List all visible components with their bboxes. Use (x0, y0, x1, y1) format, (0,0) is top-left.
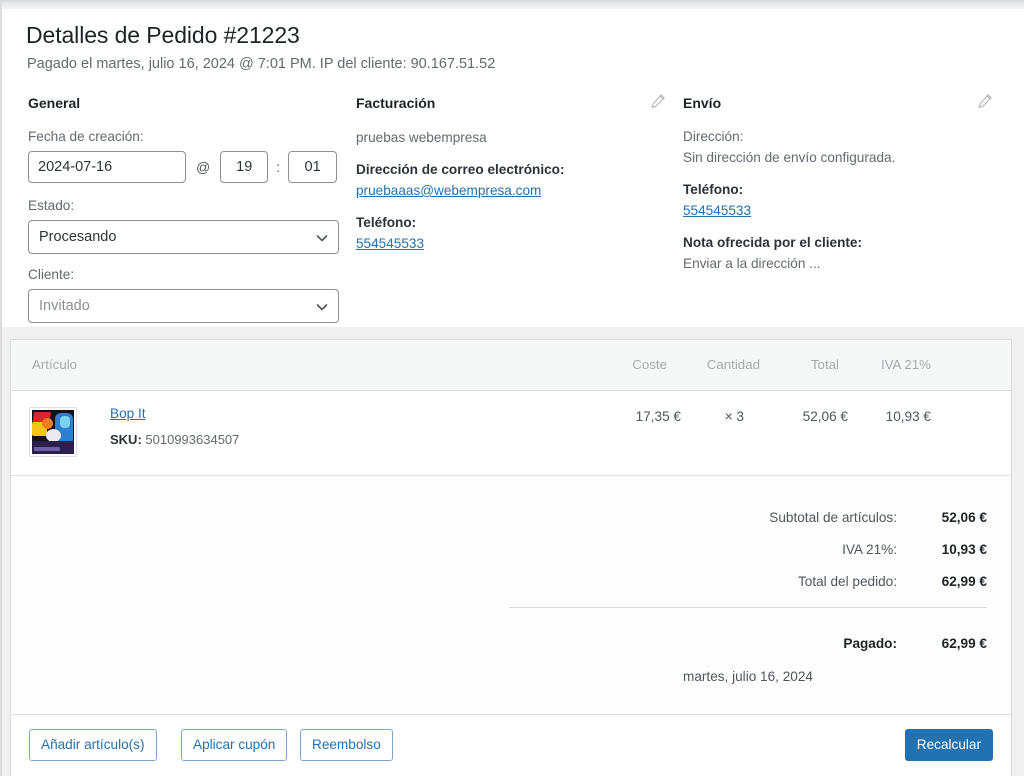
chevron-down-icon (316, 301, 328, 312)
apply-coupon-button[interactable]: Aplicar cupón (181, 729, 288, 761)
shipping-phone-label: Teléfono: (683, 182, 744, 197)
chevron-down-icon (316, 232, 328, 243)
general-heading: General (28, 95, 81, 111)
page-top-gradient (0, 0, 1024, 9)
customer-note-value: Enviar a la dirección ... (683, 256, 821, 271)
order-customer-value: Invitado (39, 298, 90, 314)
billing-email-label: Dirección de correo electrónico: (356, 162, 565, 177)
product-sku: SKU: 5010993634507 (110, 432, 239, 447)
billing-phone-label: Teléfono: (356, 215, 417, 230)
order-customer-select[interactable]: Invitado (28, 289, 339, 323)
subtotal-value: 52,06 € (941, 510, 987, 525)
product-total: 52,06 € (802, 409, 848, 424)
customer-note-block: Nota ofrecida por el cliente: Enviar a l… (683, 234, 993, 273)
paid-date: martes, julio 16, 2024 (683, 669, 813, 684)
order-items-footer: Añadir artículo(s) Aplicar cupón Reembol… (11, 714, 1011, 776)
add-items-button[interactable]: Añadir artículo(s) (29, 729, 157, 761)
billing-column: Facturación pruebas webempresa Dirección… (356, 94, 666, 267)
page-title: Detalles de Pedido #21223 (26, 22, 300, 48)
at-separator: @ (196, 159, 211, 175)
status-label: Estado: (28, 198, 75, 213)
totals-divider (509, 607, 987, 608)
table-row: Bop It SKU: 5010993634507 17,35 € × 3 52… (11, 391, 1011, 476)
customer-label: Cliente: (28, 267, 75, 282)
product-tax: 10,93 € (885, 409, 931, 424)
recalculate-button[interactable]: Recalcular (904, 729, 993, 761)
order-minute-input[interactable] (288, 151, 338, 183)
order-items-header: Artículo Coste Cantidad Total IVA 21% (11, 340, 1011, 391)
shipping-heading: Envío (683, 94, 993, 112)
order-totals: Subtotal de artículos: 52,06 € IVA 21%: … (11, 476, 1011, 712)
colon-separator: : (276, 159, 281, 175)
order-hour-input[interactable] (220, 151, 269, 183)
customer-note-label: Nota ofrecida por el cliente: (683, 235, 863, 250)
general-column: General Fecha de creación: @ : Estado: P… (28, 94, 340, 335)
column-header-tax: IVA 21% (880, 357, 931, 372)
billing-heading: Facturación (356, 94, 666, 112)
order-details-page: Detalles de Pedido #21223 Pagado el mart… (0, 0, 1024, 776)
order-date-input[interactable] (28, 151, 186, 183)
shipping-phone-block: Teléfono: 554545533 (683, 181, 993, 220)
date-created-row: @ : (28, 151, 340, 183)
product-qty: × 3 (724, 409, 744, 424)
product-sku-label: SKU: (110, 432, 142, 447)
column-header-item: Artículo (32, 357, 78, 372)
order-total-value: 62,99 € (941, 574, 987, 589)
product-thumbnail (29, 407, 77, 457)
tax-label: IVA 21%: (842, 542, 897, 557)
billing-phone-link[interactable]: 554545533 (356, 234, 424, 253)
billing-heading-label: Facturación (356, 95, 436, 111)
billing-phone-block: Teléfono: 554545533 (356, 214, 666, 253)
paid-label: Pagado: (843, 636, 897, 651)
column-header-total: Total (810, 357, 839, 372)
tax-value: 10,93 € (941, 542, 987, 557)
shipping-phone-link[interactable]: 554545533 (683, 201, 751, 220)
order-paid-summary: Pagado el martes, julio 16, 2024 @ 7:01 … (27, 56, 496, 72)
order-status-select[interactable]: Procesando (28, 220, 339, 254)
pencil-icon[interactable] (650, 93, 666, 109)
order-data-panel: Detalles de Pedido #21223 Pagado el mart… (2, 9, 1024, 327)
paid-value: 62,99 € (941, 636, 987, 651)
shipping-column: Envío Dirección: Sin dirección de envío … (683, 94, 993, 287)
product-name-link[interactable]: Bop It (110, 406, 146, 421)
shipping-heading-label: Envío (683, 95, 722, 111)
shipping-address-label: Dirección: (683, 129, 744, 144)
shipping-address-value: Sin dirección de envío configurada. (683, 150, 896, 165)
pencil-icon[interactable] (977, 93, 993, 109)
order-status-value: Procesando (39, 229, 117, 245)
product-cost: 17,35 € (635, 409, 681, 424)
order-items-panel: Artículo Coste Cantidad Total IVA 21% Bo… (10, 339, 1012, 776)
order-total-label: Total del pedido: (797, 574, 897, 589)
billing-email-link[interactable]: pruebaaas@webempresa.com (356, 181, 541, 200)
product-sku-value: 5010993634507 (145, 432, 240, 447)
billing-name: pruebas webempresa (356, 130, 487, 145)
billing-email-block: Dirección de correo electrónico: pruebaa… (356, 161, 666, 200)
subtotal-label: Subtotal de artículos: (769, 510, 897, 525)
column-header-cost: Coste (632, 357, 667, 372)
date-created-label: Fecha de creación: (28, 129, 144, 144)
column-header-qty: Cantidad (706, 357, 760, 372)
shipping-address-block: Dirección: Sin dirección de envío config… (683, 128, 993, 167)
refund-button[interactable]: Reembolso (300, 729, 393, 761)
